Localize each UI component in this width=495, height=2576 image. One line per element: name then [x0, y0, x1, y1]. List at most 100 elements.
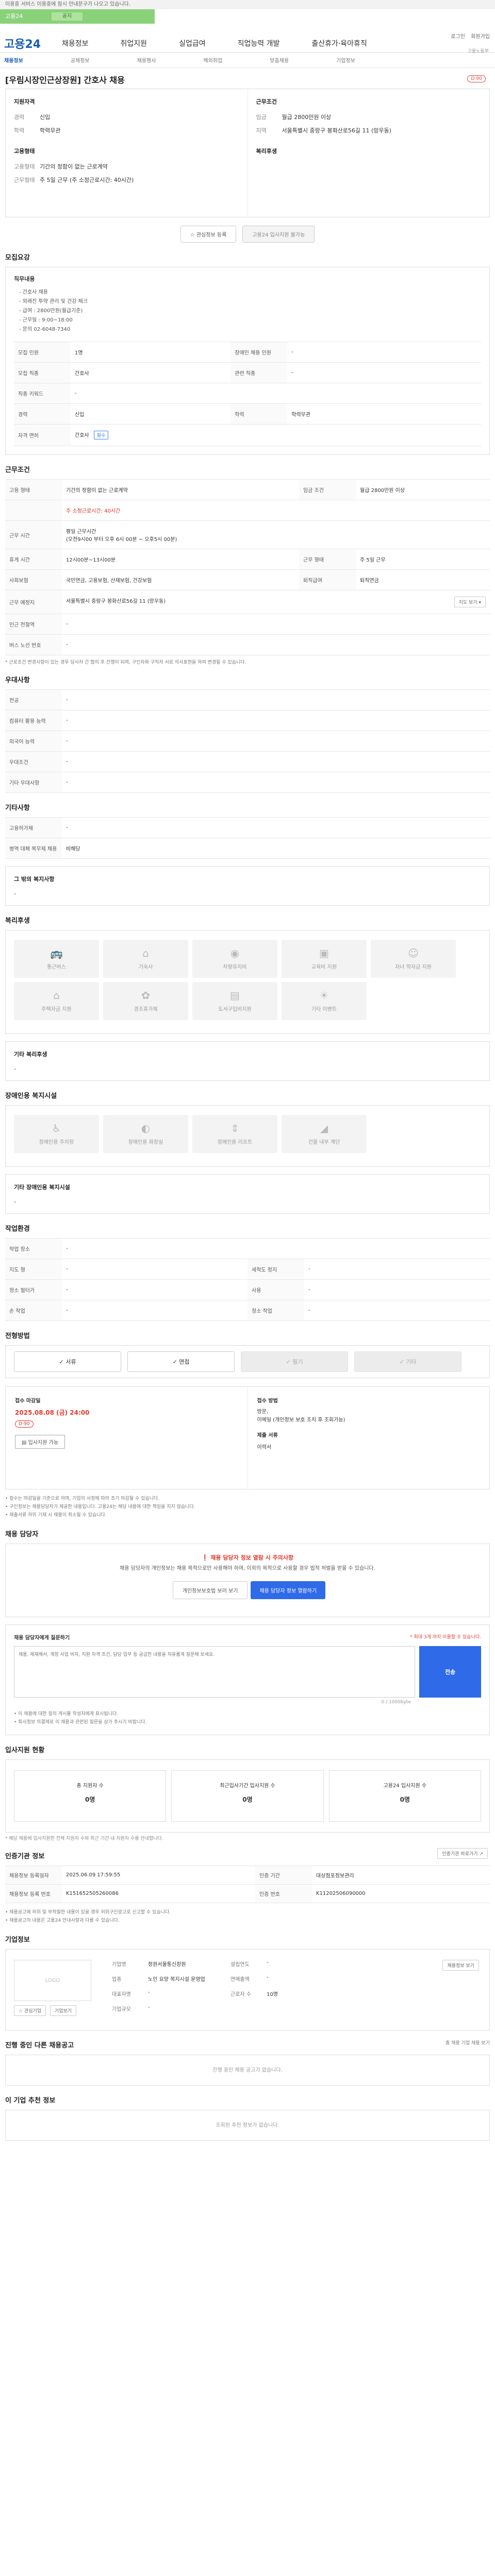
welfare-label: 경조휴가제 — [134, 1007, 158, 1012]
note-item: • 구인정보는 채용담당자가 제공한 내용입니다. 고용24는 해당 내용에 대… — [5, 1504, 195, 1510]
docs-head: 제출 서류 — [257, 1433, 278, 1438]
send-button[interactable]: 전송 — [419, 1646, 481, 1698]
subnav-open[interactable]: 공채정보 — [71, 56, 90, 64]
subnav-company[interactable]: 기업정보 — [336, 56, 355, 64]
home-icon: ⌂ — [53, 989, 60, 1002]
table-value: - — [71, 383, 481, 404]
table-value: 비해당 — [62, 838, 490, 859]
status-section-title: 입사지원 현황 — [5, 1747, 45, 1754]
gnb-item-parental[interactable]: 출산휴가·육아휴직 — [311, 38, 367, 48]
inquiry-textarea[interactable] — [14, 1646, 415, 1698]
summary-row: 고용형태 기간의 정함이 없는 근로계약 — [14, 162, 239, 171]
check-icon: ✓ — [59, 1359, 66, 1365]
table-key: 모집 인원 — [14, 342, 71, 363]
subnav-jobs[interactable]: 채용정보 — [4, 56, 23, 64]
company-value: - — [267, 1960, 269, 1965]
job-summary: 지원자격 경력 신입 학력 학력무관 고용형태 고용형태 기간의 정함이 없는 … — [5, 89, 490, 217]
star-icon: ☆ — [190, 232, 196, 238]
contact-desc: 채용 담당자의 개인정보는 채용 목적으로만 사용해야 하며, 이외의 목적으로… — [120, 1566, 375, 1571]
table-key: 인증 기간 — [255, 1866, 312, 1885]
table-value: 대상점포정보관리 — [312, 1866, 490, 1885]
subnav-custom[interactable]: 맞춤채용 — [270, 56, 289, 64]
company-actions: ☆ 관심기업 기업보기 — [14, 2005, 91, 2016]
company-jobs-button[interactable]: 채용정보 보기 — [442, 1960, 479, 1971]
process-etc: ✓ 기타 — [354, 1351, 461, 1372]
table-key: 지도 형 — [5, 1259, 62, 1280]
summary-value: 월급 2800만원 이상 — [282, 114, 332, 121]
table-value: 간호사 필수 — [71, 424, 481, 446]
welfare-box: 🚌 통근버스 ⌂ 기숙사 ◉ 차량유지비 ▣ 교육비 지원 ☺ 자녀 학자금 지원 ⌂ 주택… — [5, 930, 490, 1034]
interest-company-button[interactable]: ☆ 관심기업 — [14, 2005, 46, 2016]
note-item: • 제출서류 허위 기재 시 채용이 취소될 수 있습니다. — [5, 1513, 107, 1518]
status-card-total: 총 지원자 수 0명 — [14, 1770, 167, 1822]
recruit-info-section-title: 인증기관 정보 — [5, 1853, 45, 1860]
apply-button[interactable]: 고용24 입사지원 불가능 — [242, 226, 315, 243]
cert-link-button[interactable]: 인증기관 바로가기 ↗ — [437, 1848, 488, 1859]
company-row: 기업명 정원서울통신장원 설립연도 - — [112, 1960, 442, 1968]
process-label: 서류 — [65, 1359, 76, 1365]
view-contact-button[interactable]: 채용 담당자 정보 열람하기 — [251, 1581, 326, 1599]
star-icon: ☆ — [19, 2009, 24, 2014]
envir-table: 작업 장소 - 지도 형 - 세척도 정지 - 청소 필터가 - 사용 - 손 작업 - 청소 작… — [5, 1238, 490, 1321]
facility-label: 장애인용 리프트 — [217, 1140, 253, 1145]
job-title-row: [우림시장인근상장원] 간호사 채용 D-90 — [5, 68, 490, 89]
more-jobs-link[interactable]: 총 채용 기업 채용 보기 — [446, 2039, 490, 2046]
table-value: - — [62, 731, 490, 752]
gnb-item-jobs[interactable]: 채용정보 — [62, 38, 89, 48]
facility-item: ◐ 장애인용 화장실 — [103, 1115, 188, 1153]
status-card-site: 고용24 입사지원 수 0명 — [328, 1770, 481, 1822]
company-view-button[interactable]: 기업보기 — [50, 2005, 77, 2016]
table-key: 학력 — [230, 403, 288, 425]
table-value: - — [62, 1279, 248, 1300]
company-key: 기업규모 — [112, 2007, 131, 2012]
table-key: 고용허가제 — [5, 817, 62, 838]
promo-banner[interactable]: 고용24 공지 — [0, 9, 155, 24]
company-logo: LOGO — [14, 1960, 91, 2001]
company-value: 정원서울통신장원 — [148, 1962, 186, 1968]
save-interest-button[interactable]: ☆ 관심정보 등록 — [180, 226, 237, 243]
note-item: • 채용공고에 허위 및 부적절한 내용이 있을 경우 허위구인광고로 신고할 … — [5, 1910, 171, 1915]
action-row: ☆ 관심정보 등록 고용24 입사지원 불가능 — [5, 226, 490, 243]
note-item: • 회사정보 의결제로 이 채용과 관련된 질문을 삼가 주시기 바랍니다. — [14, 1720, 147, 1725]
summary-row: 임금 월급 2800만원 이상 — [256, 113, 482, 121]
summary-key: 지역 — [256, 127, 267, 134]
duty-item: - 급여 : 2800만원(월급기준) — [19, 308, 83, 314]
docs-item: 이력서 — [257, 1445, 272, 1450]
pref-section-title: 우대사항 — [5, 676, 30, 684]
note-item: • 이 채용에 대한 질의 게시물 작성자에게 표시됩니다. — [14, 1711, 119, 1717]
summary-row: 지역 서울특별시 중랑구 봉화산로56길 11 (망우동) — [256, 126, 482, 134]
table-value: - — [62, 1238, 490, 1259]
interest-label: 관심기업 — [24, 2009, 42, 2014]
meal-icon: ◉ — [230, 947, 240, 959]
extra-other-value: - — [14, 890, 16, 897]
table-row: 채용정보 등록일자 2025.06.09 17:59:55 인증 기간 대상점포… — [5, 1866, 490, 1885]
license-value: 간호사 — [75, 433, 89, 438]
check-icon: ✓ — [399, 1359, 406, 1365]
warning-text: 채용 담당자 정보 열람 시 주의사항 — [210, 1554, 294, 1561]
contact-warning: ❗ 채용 담당자 정보 열람 시 주의사항 — [15, 1553, 480, 1562]
subnav-overseas[interactable]: 해외취업 — [203, 56, 222, 64]
apply-available-button[interactable]: ▤ 입사지원 가능 — [15, 1435, 65, 1449]
status-card-recent: 최근입사기간 입사지원 수 0명 — [171, 1770, 324, 1822]
apply-label: 입사지원 가능 — [28, 1440, 59, 1446]
privacy-law-button[interactable]: 개인정보보호법 보러 보기 — [172, 1581, 248, 1599]
deadline-date: 2025.08.08 (금) 24:00 — [15, 1409, 90, 1416]
table-row: 휴게 시간 12시00분~13시00분 근무 형태 주 5일 근무 — [5, 549, 490, 570]
subnav-events[interactable]: 채용행사 — [137, 56, 156, 64]
table-value: 주 소정근로시간: 40시간 — [62, 500, 490, 521]
table-key: 관련 직종 — [230, 362, 288, 383]
welfare-label: 주택자금 지원 — [41, 1007, 72, 1012]
check-icon: ✓ — [286, 1359, 293, 1365]
contact-section-title: 채용 담당자 — [5, 1531, 39, 1538]
gnb-item-support[interactable]: 취업지원 — [121, 38, 147, 48]
gnb-item-benefit[interactable]: 실업급여 — [179, 38, 206, 48]
map-button[interactable]: 지도 보기 ▾ — [454, 597, 486, 607]
summary-welfare-title: 복리후생 — [256, 148, 277, 155]
company-more-col: 채용정보 보기 — [442, 1960, 481, 2020]
gnb-item-training[interactable]: 직업능력 개발 — [238, 38, 280, 48]
summary-row: 학력 학력무관 — [14, 126, 239, 134]
table-key: 우대조건 — [5, 751, 62, 772]
summary-key: 고용형태 — [14, 163, 35, 170]
process-section-title: 전형방법 — [5, 1332, 30, 1340]
site-logo[interactable]: 고용24 — [4, 35, 41, 52]
